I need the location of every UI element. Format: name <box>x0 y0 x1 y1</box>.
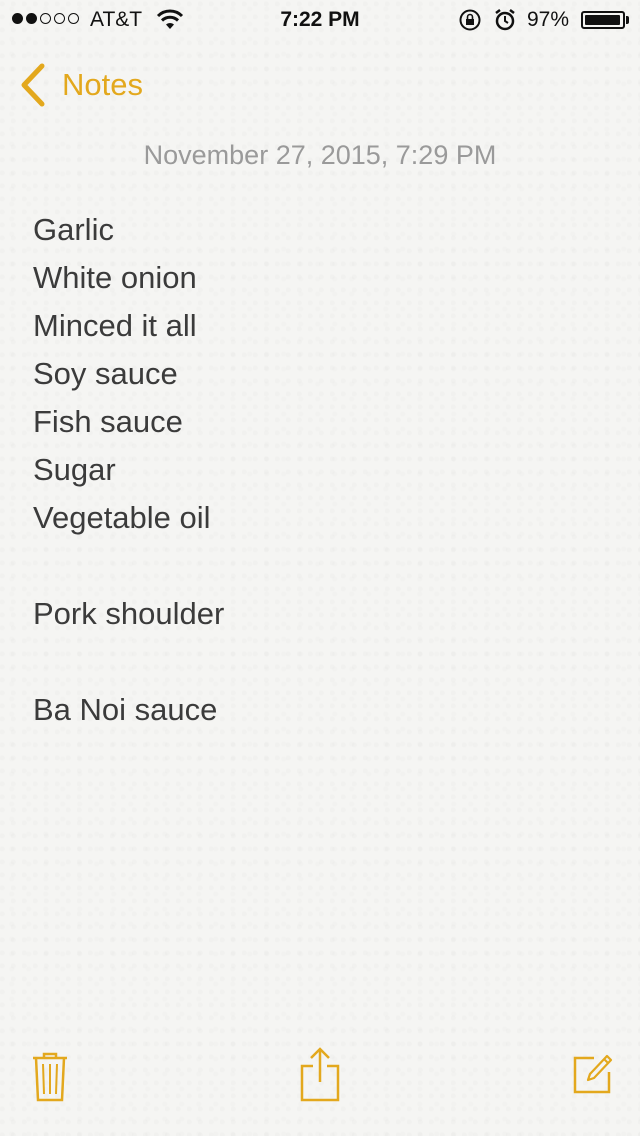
note-line: Sugar <box>33 452 116 487</box>
note-line: Fish sauce <box>33 404 183 439</box>
status-bar: AT&T 7:22 PM 97% <box>0 0 640 40</box>
note-line: Garlic <box>33 212 114 247</box>
alarm-icon <box>495 9 515 31</box>
note-date: November 27, 2015, 7:29 PM <box>143 140 497 170</box>
note-line: Vegetable oil <box>33 500 211 535</box>
back-button[interactable]: Notes <box>18 60 143 110</box>
note-body[interactable]: Garlic White onion Minced it all Soy sau… <box>33 206 613 734</box>
share-button[interactable] <box>298 1046 342 1109</box>
trash-icon <box>33 1052 67 1102</box>
note-line <box>33 638 613 686</box>
rotation-lock-icon <box>459 9 481 31</box>
compose-icon <box>573 1054 613 1094</box>
battery-tip <box>626 16 629 24</box>
delete-button[interactable] <box>30 1050 70 1109</box>
note-line: Soy sauce <box>33 356 178 391</box>
battery-fill <box>585 15 620 25</box>
note-line: White onion <box>33 260 197 295</box>
compose-button[interactable] <box>572 1050 614 1101</box>
bottom-toolbar <box>0 1047 640 1136</box>
note-line: Minced it all <box>33 308 197 343</box>
share-icon <box>300 1047 340 1102</box>
note-line <box>33 542 613 590</box>
battery-percent: 97% <box>527 8 570 31</box>
note-line: Pork shoulder <box>33 596 225 631</box>
chevron-left-icon <box>21 63 45 107</box>
battery-icon <box>581 11 625 29</box>
back-button-label: Notes <box>62 67 143 102</box>
note-line: Ba Noi sauce <box>33 692 218 727</box>
